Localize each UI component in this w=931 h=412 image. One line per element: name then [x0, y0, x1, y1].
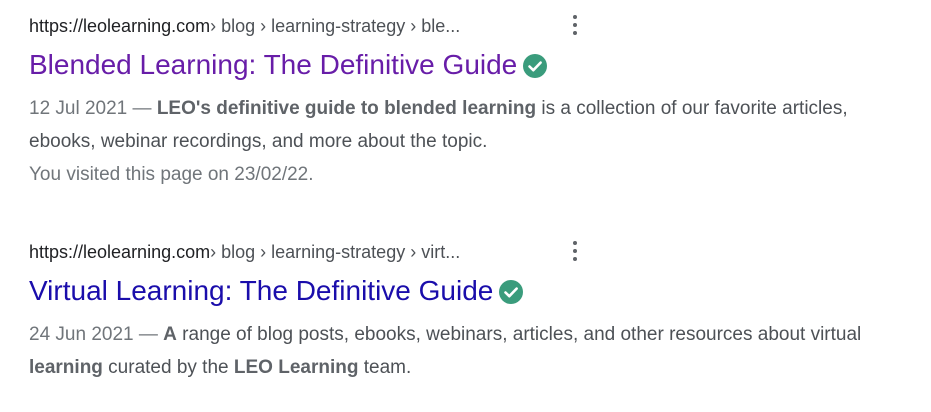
snippet-highlight: LEO's definitive guide to blended learni… — [156, 98, 537, 119]
verified-check-icon — [499, 280, 524, 304]
more-vert-icon-dot — [573, 31, 577, 35]
date-separator: — — [127, 98, 157, 119]
result-title-link[interactable]: Blended Learning: The Definitive Guide — [29, 46, 517, 84]
snippet-text: range of blog posts, ebooks, webinars, a… — [176, 324, 862, 345]
result-url[interactable]: https://leolearning.com › blog › learnin… — [29, 12, 909, 40]
result-date: 12 Jul 2021 — [29, 98, 128, 119]
more-options-button[interactable] — [568, 14, 582, 36]
date-separator: — — [133, 324, 164, 345]
result-url[interactable]: https://leolearning.com › blog › learnin… — [29, 238, 909, 266]
snippet-text: team. — [358, 357, 412, 378]
more-options-button[interactable] — [568, 240, 582, 262]
more-vert-icon — [573, 15, 577, 19]
result-title-link[interactable]: Virtual Learning: The Definitive Guide — [29, 272, 493, 310]
more-vert-icon-dot — [573, 249, 577, 253]
visited-note: You visited this page on 23/02/22. — [29, 164, 314, 185]
result-title-row: Virtual Learning: The Definitive Guide — [29, 272, 909, 310]
search-result: https://leolearning.com › blog › learnin… — [29, 12, 909, 191]
more-vert-icon-dot — [573, 257, 577, 261]
snippet-highlight: LEO Learning — [233, 357, 359, 378]
snippet-highlight: learning — [29, 357, 103, 378]
result-date: 24 Jun 2021 — [29, 324, 134, 345]
result-title-row: Blended Learning: The Definitive Guide — [29, 46, 909, 84]
result-domain[interactable]: https://leolearning.com — [29, 16, 210, 37]
result-domain[interactable]: https://leolearning.com — [29, 242, 210, 263]
more-vert-icon-dot — [573, 23, 577, 27]
snippet-text: curated by the — [102, 357, 234, 378]
search-result: https://leolearning.com › blog › learnin… — [29, 238, 909, 384]
result-breadcrumb-path[interactable]: › blog › learning-strategy › ble... — [210, 16, 460, 37]
snippet-highlight: A — [163, 324, 177, 345]
verified-check-icon — [523, 54, 548, 78]
more-vert-icon — [573, 241, 577, 245]
result-breadcrumb-path[interactable]: › blog › learning-strategy › virt... — [210, 242, 460, 263]
result-snippet: 12 Jul 2021 — LEO's definitive guide to … — [29, 92, 899, 158]
result-snippet: 24 Jun 2021 — A range of blog posts, ebo… — [29, 318, 899, 384]
